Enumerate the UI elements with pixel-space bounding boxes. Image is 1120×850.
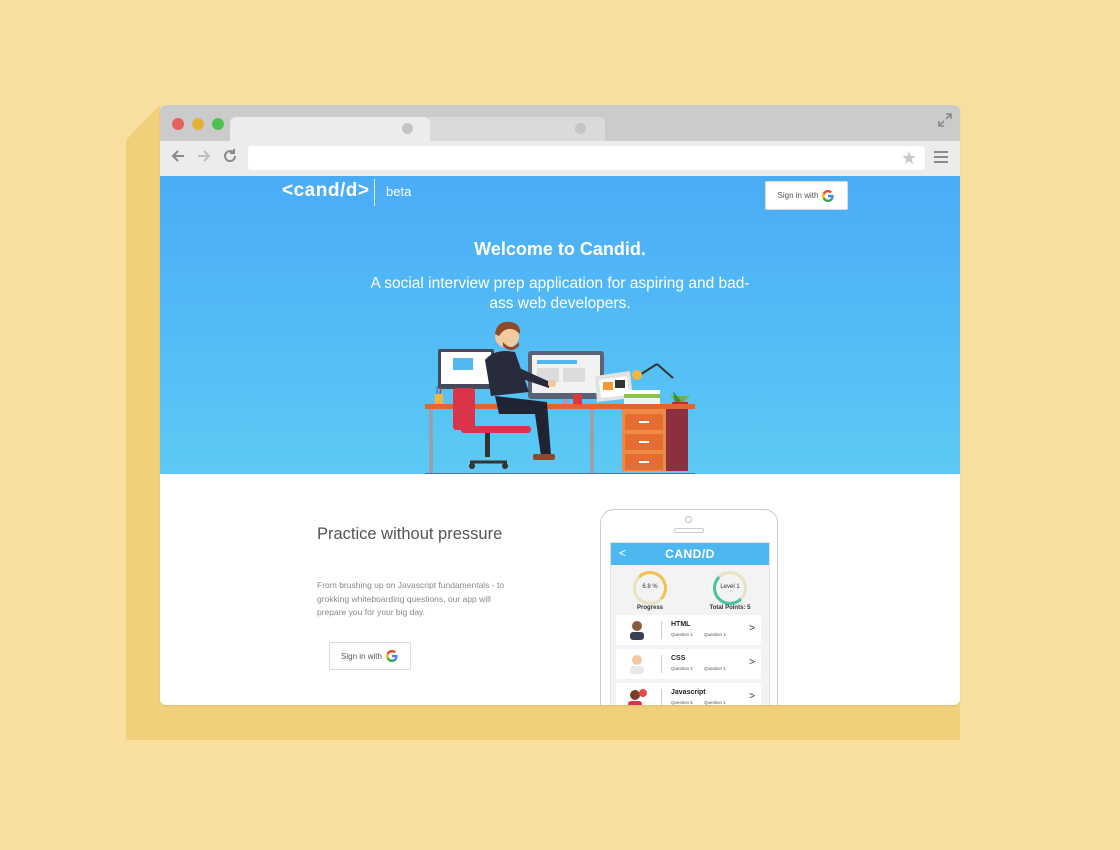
topic-label: CSS <box>671 655 686 662</box>
minimize-window-button[interactable] <box>192 118 204 130</box>
chevron-right-icon[interactable]: > <box>749 691 755 702</box>
row-divider <box>661 621 662 639</box>
list-item[interactable]: CSS Question 2 Question 1 > <box>616 649 761 679</box>
browser-window: ★ <cand/d> beta Sign in with Welcome to … <box>160 105 960 705</box>
topic-label: HTML <box>671 621 691 628</box>
app-title: CAND/D <box>665 547 715 561</box>
progress-value: 6.8 % <box>642 584 658 590</box>
topic-label: Javascript <box>671 689 706 696</box>
star-icon[interactable]: ★ <box>901 148 917 168</box>
google-g-icon <box>385 650 398 662</box>
question-count: Question 2 <box>671 666 693 671</box>
signin-label: Sign in with <box>341 651 382 661</box>
practice-description: From brushing up on Javascript fundament… <box>317 580 505 617</box>
question-count: Question 1 <box>704 700 726 705</box>
tab-close-icon[interactable] <box>575 123 586 134</box>
avatar <box>630 655 644 674</box>
address-bar[interactable]: ★ <box>248 146 925 170</box>
practice-signin-button[interactable]: Sign in with <box>329 642 411 670</box>
question-count: Question 1 <box>671 632 693 637</box>
tab-bar <box>160 105 960 141</box>
back-arrow-icon[interactable] <box>168 148 188 168</box>
logo[interactable]: <cand/d> <box>282 180 369 202</box>
tab-active[interactable] <box>230 117 430 141</box>
beta-label: beta <box>386 184 412 199</box>
header-signin-button[interactable]: Sign in with <box>765 181 848 210</box>
question-count: Question 1 <box>704 632 726 637</box>
row-divider <box>661 689 662 705</box>
list-item[interactable]: HTML Question 1 Question 1 > <box>616 615 761 645</box>
progress-caption: Progress <box>636 605 663 611</box>
hero-subtitle: A social interview prep application for … <box>370 275 750 312</box>
app-header: < CAND/D <box>611 543 769 565</box>
avatar <box>630 621 644 640</box>
google-g-icon <box>822 189 835 202</box>
row-divider <box>661 655 662 673</box>
reload-icon[interactable] <box>220 148 240 168</box>
tab-inactive[interactable] <box>425 117 605 141</box>
list-item[interactable]: Javascript Question 5 Question 1 > <box>616 683 761 705</box>
chevron-right-icon[interactable]: > <box>749 657 755 668</box>
question-count: Question 5 <box>671 700 693 705</box>
phone-camera <box>685 516 692 523</box>
phone-mockup: < CAND/D 6.8 % Progress Level 1 Total Po… <box>600 509 778 705</box>
phone-speaker <box>674 528 704 533</box>
close-window-button[interactable] <box>172 118 184 130</box>
maximize-window-button[interactable] <box>212 118 224 130</box>
practice-section: Practice without pressure From brushing … <box>160 474 960 705</box>
phone-screen: < CAND/D 6.8 % Progress Level 1 Total Po… <box>610 542 770 705</box>
practice-title: Practice without pressure <box>317 525 503 543</box>
points-caption: Total Points: 5 <box>709 605 751 611</box>
chevron-right-icon[interactable]: > <box>749 623 755 634</box>
menu-icon[interactable] <box>934 151 948 165</box>
developer-illustration <box>425 321 695 474</box>
background-shadow-corner <box>126 105 160 140</box>
logo-divider <box>374 179 375 206</box>
level-value: Level 1 <box>720 584 740 590</box>
browser-toolbar: ★ <box>160 141 960 176</box>
hero-title: Welcome to Candid. <box>474 239 646 259</box>
question-count: Question 1 <box>704 666 726 671</box>
hero-section: <cand/d> beta Sign in with Welcome to Ca… <box>160 176 960 474</box>
forward-arrow-icon[interactable] <box>194 148 214 168</box>
background-shadow-corner <box>926 705 960 740</box>
tab-close-icon[interactable] <box>402 123 413 134</box>
avatar <box>628 689 647 705</box>
signin-label: Sign in with <box>777 191 819 200</box>
expand-icon[interactable] <box>938 113 952 127</box>
